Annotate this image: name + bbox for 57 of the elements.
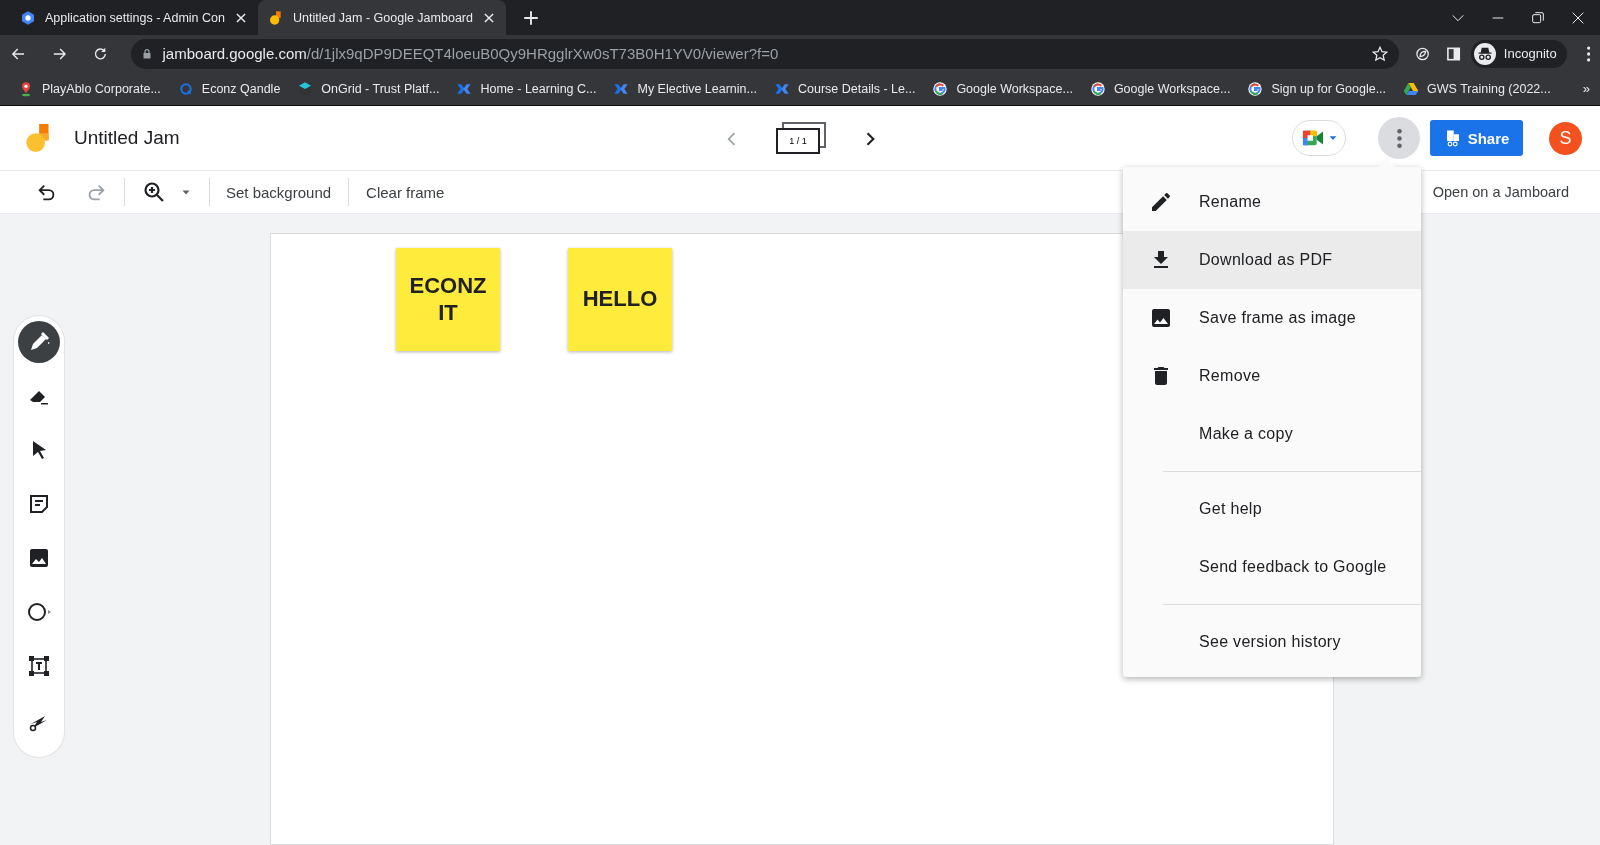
bookmark[interactable]: OnGrid - Trust Platf... — [297, 80, 440, 97]
menu-item[interactable]: Remove — [1123, 347, 1421, 405]
bookmark[interactable]: My Elective Learnin... — [613, 80, 757, 97]
profile-button[interactable]: Incognito — [1470, 39, 1567, 68]
close-icon[interactable] — [482, 10, 496, 25]
bookmark[interactable]: Sign up for Google... — [1247, 80, 1387, 97]
image-icon — [27, 546, 51, 570]
star-icon[interactable] — [1370, 44, 1389, 63]
address-bar[interactable]: jamboard.google.com/d/1jlx9qDP9DEEQT4loeuB0Qy9HRgglrXw0sT73B0H1YV0/viewer?f=0 — [130, 38, 1399, 69]
image-icon — [1149, 306, 1173, 330]
sticky-note-icon — [27, 492, 51, 516]
sticky-note[interactable]: ECONZ IT — [396, 248, 500, 351]
bookmark[interactable]: GWS Training (2022... — [1403, 80, 1551, 97]
sticky-note[interactable]: HELLO — [568, 248, 672, 351]
share-button[interactable]: Share — [1430, 120, 1523, 157]
drive-icon — [1403, 80, 1420, 97]
menu-item[interactable]: Save frame as image — [1123, 289, 1421, 347]
more-vertical-icon[interactable] — [1586, 45, 1590, 62]
circle-icon — [27, 600, 51, 624]
open-on-jamboard-button[interactable]: Open on a Jamboard — [1432, 184, 1569, 201]
more-vertical-icon — [1396, 128, 1402, 148]
incognito-icon — [1473, 42, 1496, 65]
menu-item[interactable]: Make a copy — [1123, 405, 1421, 463]
browser-tab[interactable]: Application settings - Admin Con — [10, 0, 258, 35]
menu-item[interactable]: See version history — [1123, 613, 1421, 671]
hexagon-icon — [20, 9, 36, 26]
ring-icon — [177, 80, 194, 97]
menu-item[interactable]: Send feedback to Google — [1123, 538, 1421, 596]
google-icon — [932, 80, 949, 97]
more-bookmarks-button[interactable]: » — [1582, 81, 1590, 96]
menu-item[interactable]: Download as PDF — [1123, 231, 1421, 289]
close-icon[interactable] — [234, 10, 248, 25]
google-icon — [1089, 80, 1106, 97]
bookmark[interactable]: PlayAblo Corporate... — [18, 80, 161, 97]
plus-icon[interactable] — [522, 8, 540, 27]
menu-item[interactable]: Rename — [1123, 173, 1421, 231]
bookmark[interactable]: Google Workspace... — [932, 80, 1073, 97]
jam-title[interactable]: Untitled Jam — [74, 127, 180, 150]
google-icon — [1247, 80, 1264, 97]
more-options-button[interactable] — [1378, 117, 1420, 160]
bookmark[interactable]: Home - Learning C... — [456, 80, 597, 97]
cube-icon — [297, 80, 314, 97]
bookmark[interactable]: Course Details - Le... — [773, 80, 916, 97]
restore-icon[interactable] — [1530, 9, 1546, 26]
browser-tab[interactable]: Untitled Jam - Google Jamboard — [258, 0, 506, 35]
clear-frame-button[interactable]: Clear frame — [366, 179, 445, 205]
menu-item[interactable]: Get help — [1123, 480, 1421, 538]
jamboard-icon — [268, 9, 284, 26]
tab-title: Application settings - Admin Con — [45, 10, 225, 25]
tool-button[interactable] — [18, 321, 60, 363]
tab-title: Untitled Jam - Google Jamboard — [293, 10, 473, 25]
text-box-icon — [27, 654, 51, 678]
url-text: jamboard.google.com/d/1jlx9qDP9DEEQT4loeuB0Qy9HRgglrXw0sT73B0H1YV0/viewer?f=0 — [162, 45, 780, 62]
pencil-icon — [1149, 190, 1173, 214]
bookmark[interactable]: Google Workspace... — [1089, 80, 1231, 97]
bookmark[interactable]: Econz Qandle — [177, 80, 281, 97]
set-background-button[interactable]: Set background — [226, 179, 332, 205]
